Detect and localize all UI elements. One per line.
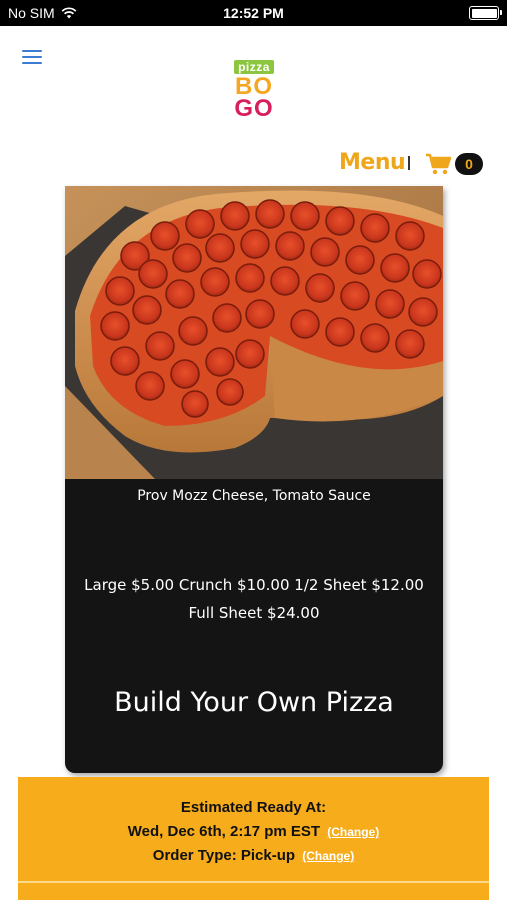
cart-icon: [426, 153, 452, 175]
order-type-value: Order Type: Pick-up: [152, 847, 296, 864]
battery-icon: [469, 6, 502, 20]
change-time-link[interactable]: (Change): [327, 825, 379, 839]
order-type: Order Type: Pick-up (Change): [18, 847, 489, 864]
panel-divider: [18, 881, 489, 883]
status-time: 12:52 PM: [223, 5, 284, 21]
header-divider: [408, 156, 410, 170]
estimated-ready-time: Wed, Dec 6th, 2:17 pm EST (Change): [18, 823, 489, 840]
ready-time-value: Wed, Dec 6th, 2:17 pm EST: [127, 823, 321, 840]
pizza-image: [65, 186, 443, 479]
product-title: Build Your Own Pizza: [114, 687, 394, 718]
price-list-2: Full Sheet $24.00: [188, 604, 320, 622]
status-bar: No SIM 12:52 PM: [0, 0, 507, 26]
cart-button[interactable]: 0: [425, 152, 483, 176]
hamburger-icon[interactable]: [22, 50, 42, 64]
logo-line-2: GO: [234, 95, 274, 122]
estimated-ready-label: Estimated Ready At:: [180, 799, 327, 816]
product-description: Prov Mozz Cheese, Tomato Sauce: [137, 488, 371, 504]
order-info-panel: Estimated Ready At: Wed, Dec 6th, 2:17 p…: [18, 777, 489, 900]
menu-link[interactable]: Menu: [339, 150, 406, 175]
logo-top-text: pizza: [234, 60, 274, 74]
product-card[interactable]: Prov Mozz Cheese, Tomato Sauce Large $5.…: [65, 186, 443, 773]
change-order-type-link[interactable]: (Change): [302, 849, 354, 863]
logo: pizza BO GO: [226, 58, 282, 122]
price-list: Large $5.00 Crunch $10.00 1/2 Sheet $12.…: [84, 576, 424, 594]
cart-count-badge: 0: [455, 153, 483, 175]
